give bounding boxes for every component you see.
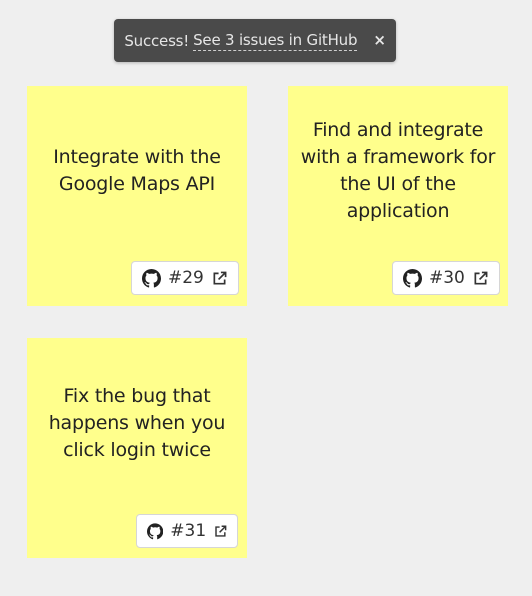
note-text: Integrate with the Google Maps API: [53, 146, 221, 195]
sticky-note-2: Find and integrate with a framework for …: [288, 86, 508, 306]
github-icon: [142, 268, 161, 288]
issue-link-button[interactable]: #29: [131, 261, 239, 295]
close-icon[interactable]: ×: [373, 33, 386, 48]
note-text: Fix the bug that happens when you click …: [48, 385, 226, 461]
success-toast: Success! See 3 issues in GitHub ×: [114, 19, 396, 62]
see-issues-link[interactable]: See 3 issues in GitHub: [193, 31, 358, 51]
sticky-note-3: Fix the bug that happens when you click …: [27, 338, 247, 558]
external-link-icon: [213, 271, 227, 284]
note-text: Find and integrate with a framework for …: [300, 119, 496, 222]
issue-link-button[interactable]: #31: [136, 514, 238, 548]
issue-link-button[interactable]: #30: [392, 261, 500, 295]
sticky-note-1: Integrate with the Google Maps API #29: [27, 86, 247, 306]
issue-number: #29: [168, 268, 204, 288]
toast-message: Success!: [124, 31, 190, 50]
issue-number: #30: [429, 268, 465, 288]
github-icon: [403, 268, 422, 288]
external-link-icon: [215, 525, 227, 537]
external-link-icon: [474, 271, 488, 284]
github-icon: [147, 522, 164, 539]
issue-number: #31: [170, 521, 207, 541]
